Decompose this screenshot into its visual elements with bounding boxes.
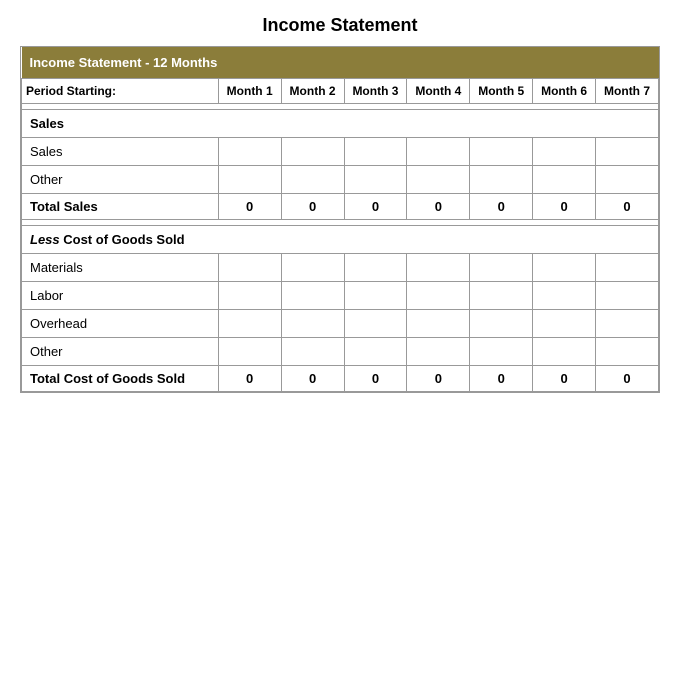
labor-label: Labor: [22, 282, 219, 310]
month4-header: Month 4: [407, 79, 470, 104]
overhead-m6[interactable]: [533, 310, 596, 338]
month6-header: Month 6: [533, 79, 596, 104]
column-header-row: Period Starting: Month 1 Month 2 Month 3…: [22, 79, 659, 104]
total-sales-m5: 0: [470, 194, 533, 220]
total-sales-m6: 0: [533, 194, 596, 220]
page-title: Income Statement: [20, 10, 660, 36]
cogs-section-label-row: Less Cost of Goods Sold: [22, 226, 659, 254]
cogs-other-m7[interactable]: [596, 338, 659, 366]
total-sales-m3: 0: [344, 194, 407, 220]
sales-item-label: Sales: [22, 138, 219, 166]
labor-m1[interactable]: [218, 282, 281, 310]
labor-m2[interactable]: [281, 282, 344, 310]
materials-m3[interactable]: [344, 254, 407, 282]
total-sales-m7: 0: [596, 194, 659, 220]
total-sales-m2: 0: [281, 194, 344, 220]
overhead-m4[interactable]: [407, 310, 470, 338]
total-sales-row: Total Sales 0 0 0 0 0 0 0: [22, 194, 659, 220]
sales-m5[interactable]: [470, 138, 533, 166]
sales-other-m5[interactable]: [470, 166, 533, 194]
sales-m7[interactable]: [596, 138, 659, 166]
overhead-m7[interactable]: [596, 310, 659, 338]
overhead-m1[interactable]: [218, 310, 281, 338]
month5-header: Month 5: [470, 79, 533, 104]
month7-header: Month 7: [596, 79, 659, 104]
overhead-m3[interactable]: [344, 310, 407, 338]
sales-data-row: Sales: [22, 138, 659, 166]
materials-m4[interactable]: [407, 254, 470, 282]
overhead-row: Overhead: [22, 310, 659, 338]
labor-m4[interactable]: [407, 282, 470, 310]
total-cogs-m4: 0: [407, 366, 470, 392]
table-subtitle-row: Income Statement - 12 Months: [22, 47, 659, 79]
cogs-rest-label: Cost of Goods Sold: [60, 232, 185, 247]
cogs-other-m2[interactable]: [281, 338, 344, 366]
sales-m2[interactable]: [281, 138, 344, 166]
sales-other-row: Other: [22, 166, 659, 194]
materials-label: Materials: [22, 254, 219, 282]
income-statement-table: Income Statement - 12 Months Period Star…: [20, 46, 660, 393]
month1-header: Month 1: [218, 79, 281, 104]
sales-m3[interactable]: [344, 138, 407, 166]
total-cogs-m7: 0: [596, 366, 659, 392]
cogs-other-label: Other: [22, 338, 219, 366]
sales-section-label: Sales: [22, 110, 659, 138]
total-cogs-m2: 0: [281, 366, 344, 392]
materials-m1[interactable]: [218, 254, 281, 282]
sales-other-m2[interactable]: [281, 166, 344, 194]
subtitle-cell: Income Statement - 12 Months: [22, 47, 659, 79]
sales-other-label: Other: [22, 166, 219, 194]
total-cogs-m1: 0: [218, 366, 281, 392]
overhead-m2[interactable]: [281, 310, 344, 338]
sales-m4[interactable]: [407, 138, 470, 166]
total-cogs-m5: 0: [470, 366, 533, 392]
cogs-italic-label: Less: [30, 232, 60, 247]
total-cogs-label: Total Cost of Goods Sold: [22, 366, 219, 392]
materials-row: Materials: [22, 254, 659, 282]
total-cogs-row: Total Cost of Goods Sold 0 0 0 0 0 0 0: [22, 366, 659, 392]
labor-m5[interactable]: [470, 282, 533, 310]
total-sales-label: Total Sales: [22, 194, 219, 220]
sales-other-m3[interactable]: [344, 166, 407, 194]
materials-m7[interactable]: [596, 254, 659, 282]
month2-header: Month 2: [281, 79, 344, 104]
labor-m6[interactable]: [533, 282, 596, 310]
cogs-other-m4[interactable]: [407, 338, 470, 366]
overhead-label: Overhead: [22, 310, 219, 338]
sales-m6[interactable]: [533, 138, 596, 166]
period-header: Period Starting:: [22, 79, 219, 104]
overhead-m5[interactable]: [470, 310, 533, 338]
labor-row: Labor: [22, 282, 659, 310]
total-sales-m1: 0: [218, 194, 281, 220]
sales-other-m7[interactable]: [596, 166, 659, 194]
sales-other-m6[interactable]: [533, 166, 596, 194]
cogs-other-m1[interactable]: [218, 338, 281, 366]
labor-m7[interactable]: [596, 282, 659, 310]
sales-other-m4[interactable]: [407, 166, 470, 194]
labor-m3[interactable]: [344, 282, 407, 310]
total-sales-m4: 0: [407, 194, 470, 220]
cogs-other-row: Other: [22, 338, 659, 366]
materials-m6[interactable]: [533, 254, 596, 282]
cogs-other-m5[interactable]: [470, 338, 533, 366]
total-cogs-m3: 0: [344, 366, 407, 392]
cogs-other-m6[interactable]: [533, 338, 596, 366]
materials-m5[interactable]: [470, 254, 533, 282]
sales-label: Sales: [22, 110, 659, 138]
cogs-other-m3[interactable]: [344, 338, 407, 366]
materials-m2[interactable]: [281, 254, 344, 282]
cogs-label: Less Cost of Goods Sold: [22, 226, 659, 254]
sales-other-m1[interactable]: [218, 166, 281, 194]
month3-header: Month 3: [344, 79, 407, 104]
sales-m1[interactable]: [218, 138, 281, 166]
total-cogs-m6: 0: [533, 366, 596, 392]
